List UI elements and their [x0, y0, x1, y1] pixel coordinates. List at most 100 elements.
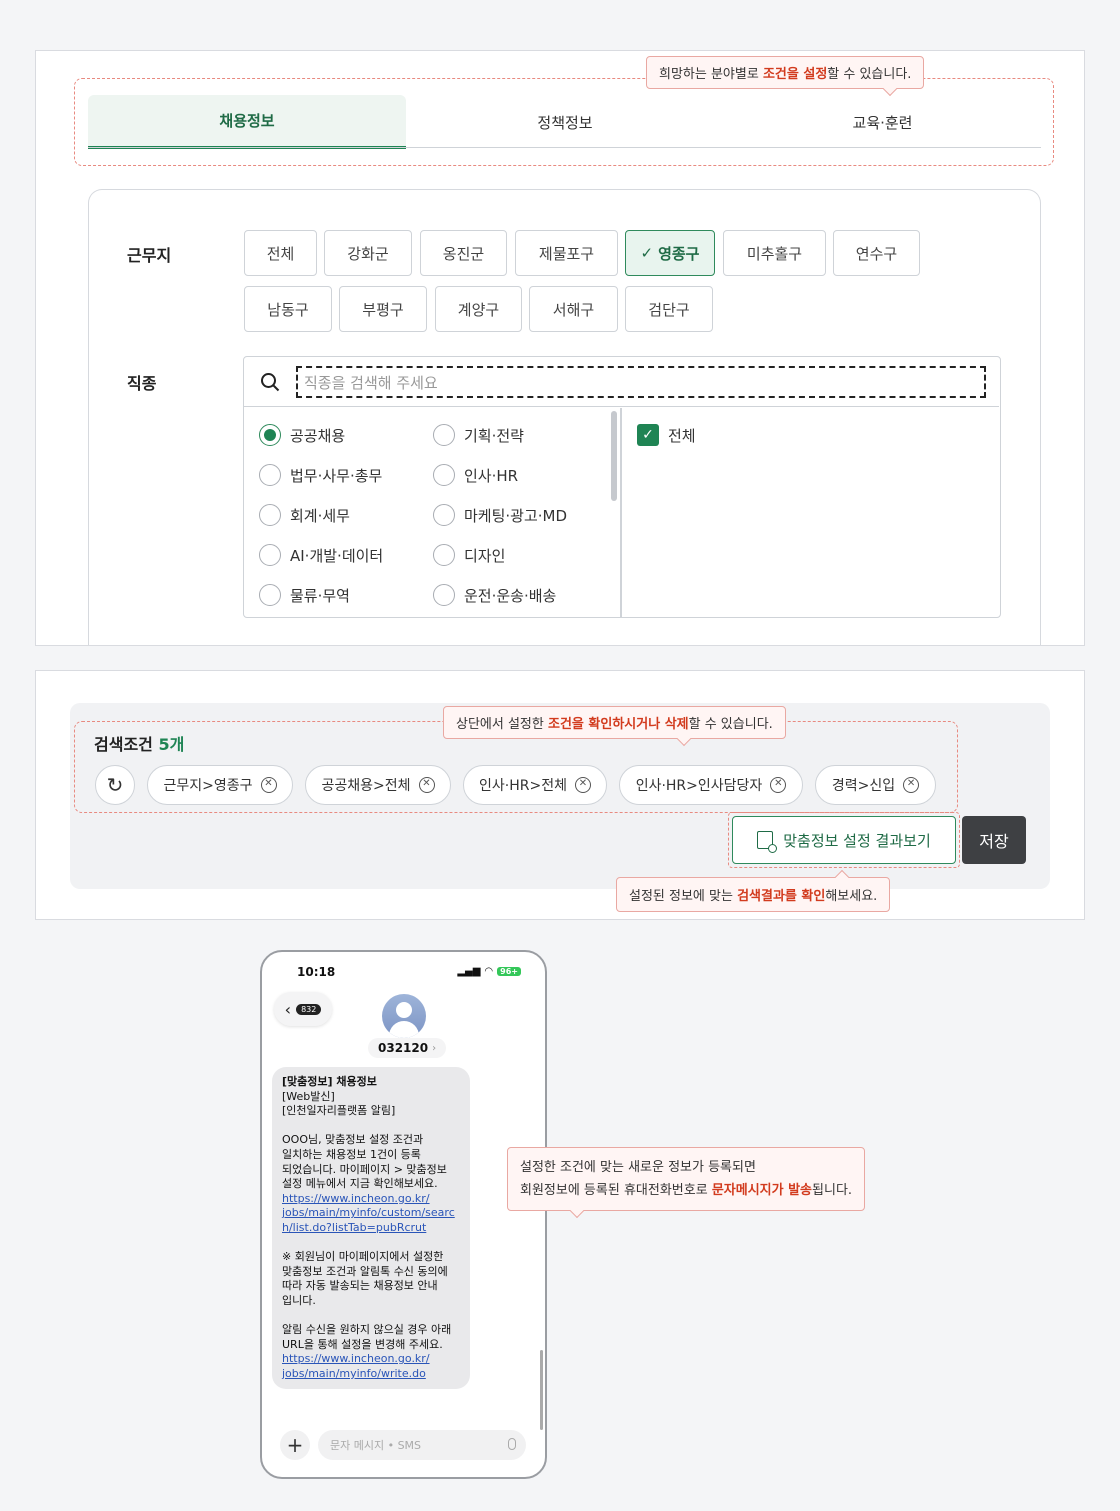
- workplace-chip-seohae[interactable]: 서해구: [529, 286, 618, 332]
- job-search-input[interactable]: 직종을 검색해 주세요: [296, 366, 986, 398]
- radio-icon: [259, 464, 281, 486]
- tab-education[interactable]: 교육·훈련: [724, 95, 1041, 149]
- tag-label: 경력>신입: [831, 778, 896, 794]
- job-category-driving[interactable]: 운전·운송·배송: [433, 584, 556, 606]
- condition-tag: 인사·HR>인사담당자 ✕: [619, 765, 803, 805]
- condition-tag: 공공채용>전체 ✕: [305, 765, 451, 805]
- tab-policy[interactable]: 정책정보: [406, 95, 724, 149]
- category-label: 인사·HR: [464, 466, 519, 485]
- callout-text: 설정된 정보에 맞는: [629, 889, 738, 904]
- category-label: 회계·세무: [290, 506, 350, 525]
- chevron-left-icon: ‹: [284, 999, 292, 1019]
- radio-icon: [259, 544, 281, 566]
- workplace-chip-yeongjong[interactable]: ✓ 영종구: [625, 230, 715, 276]
- phone-scrollbar: [540, 1350, 543, 1430]
- job-category-planning[interactable]: 기획·전략: [433, 424, 524, 446]
- sub-option-all[interactable]: ✓ 전체: [637, 424, 696, 446]
- sender-number[interactable]: 032120 ›: [368, 1038, 447, 1058]
- job-selector: 직종을 검색해 주세요 공공채용 기획·전략 법무·사무·총무 인사·HR 회계…: [243, 356, 1001, 618]
- status-icons: ▂▄▆ ◠ 96+: [457, 966, 521, 977]
- callout-text: 상단에서 설정한: [456, 717, 548, 732]
- workplace-chip-namdong[interactable]: 남동구: [244, 286, 332, 332]
- message-input-placeholder: 문자 메시지 • SMS: [330, 1439, 422, 1452]
- workplace-chip-bupyeong[interactable]: 부평구: [339, 286, 427, 332]
- condition-tag: 근무지>영종구 ✕: [147, 765, 293, 805]
- tab-jobs[interactable]: 채용정보: [88, 95, 406, 149]
- condition-tag: 인사·HR>전체 ✕: [463, 765, 607, 805]
- job-label: 직종: [127, 374, 157, 393]
- view-results-button[interactable]: 맞춤정보 설정 결과보기: [732, 816, 956, 864]
- radio-icon: [433, 544, 455, 566]
- result-callout: 설정된 정보에 맞는 검색결과를 확인해보세요.: [616, 869, 891, 912]
- wifi-icon: ◠: [484, 966, 494, 977]
- back-button[interactable]: ‹ 832: [274, 992, 332, 1026]
- message-optout: 알림 수신을 원하지 않으실 경우 아래 URL을 통해 설정을 변경해 주세요…: [282, 1323, 452, 1351]
- job-category-legal[interactable]: 법무·사무·총무: [259, 464, 382, 486]
- callout-emphasis: 조건을 설정: [762, 67, 828, 82]
- message-body: OOO님, 맞춤정보 설정 조건과 일치하는 채용정보 1건이 등록 되었습니다…: [282, 1133, 447, 1191]
- remove-icon[interactable]: ✕: [418, 777, 435, 793]
- workplace-chip-gyeyang[interactable]: 계양구: [435, 286, 522, 332]
- message-notice: ※ 회원님이 마이페이지에서 설정한 맞춤정보 조건과 알림톡 수신 동의에 따…: [282, 1250, 448, 1307]
- job-category-hr[interactable]: 인사·HR: [433, 464, 518, 486]
- remove-icon[interactable]: ✕: [770, 777, 787, 793]
- radio-icon: [259, 504, 281, 526]
- sub-option-label: 전체: [668, 426, 696, 445]
- category-label: AI·개발·데이터: [290, 546, 384, 565]
- conditions-count: 5개: [158, 735, 185, 754]
- workplace-chip-michuhol[interactable]: 미추홀구: [723, 230, 826, 276]
- callout-emphasis: 조건을 확인하시거나 삭제: [548, 717, 689, 732]
- message-header: [Web발신] [인천일자리플랫폼 알림]: [282, 1089, 396, 1118]
- category-label: 마케팅·광고·MD: [464, 506, 568, 525]
- search-conditions-panel: 검색조건 5개 ↻ 근무지>영종구 ✕ 공공채용>전체 ✕ 인사·HR>전체 ✕ 인사…: [35, 670, 1085, 920]
- microphone-icon[interactable]: [508, 1438, 516, 1450]
- callout-text: 할 수 있습니다.: [688, 717, 773, 732]
- category-label: 법무·사무·총무: [290, 466, 383, 485]
- sms-callout: 설정한 조건에 맞는 새로운 정보가 등록되면 회원정보에 등록된 휴대전화번호…: [507, 1147, 866, 1219]
- job-category-accounting[interactable]: 회계·세무: [259, 504, 350, 526]
- condition-tag: 경력>신입 ✕: [815, 765, 936, 805]
- remove-icon[interactable]: ✕: [260, 777, 277, 793]
- save-button[interactable]: 저장: [962, 816, 1026, 864]
- remove-icon[interactable]: ✕: [903, 777, 920, 793]
- avatar: [382, 994, 426, 1038]
- job-category-marketing[interactable]: 마케팅·광고·MD: [433, 504, 567, 526]
- tag-label: 인사·HR>전체: [479, 778, 567, 794]
- workplace-chip-jemulpo[interactable]: 제물포구: [515, 230, 618, 276]
- job-category-public[interactable]: 공공채용: [259, 424, 345, 446]
- search-icon: [261, 373, 280, 392]
- settings-panel: 채용정보 정책정보 교육·훈련 근무지 전체 강화군 옹진군 제물포구 ✓ 영종…: [35, 50, 1085, 646]
- checkbox-checked-icon: ✓: [637, 424, 659, 446]
- view-results-label: 맞춤정보 설정 결과보기: [783, 831, 931, 850]
- chevron-right-icon: ›: [432, 1042, 437, 1054]
- category-scrollbar[interactable]: [611, 411, 617, 501]
- workplace-chip-ongjin[interactable]: 옹진군: [420, 230, 507, 276]
- category-label: 기획·전략: [464, 426, 524, 445]
- category-label: 공공채용: [290, 426, 346, 445]
- job-category-logistics[interactable]: 물류·무역: [259, 584, 350, 606]
- callout-text: 설정한 조건에 맞는 새로운 정보가 등록되면: [520, 1160, 756, 1175]
- category-label: 운전·운송·배송: [464, 586, 557, 605]
- plus-icon[interactable]: +: [280, 1430, 310, 1460]
- refresh-button[interactable]: ↻: [95, 765, 135, 805]
- callout-tail: [569, 1203, 585, 1219]
- message-link[interactable]: https://www.incheon.go.kr/ jobs/main/myi…: [282, 1192, 460, 1236]
- chip-label: 영종구: [658, 244, 700, 263]
- callout-text: 됩니다.: [812, 1183, 853, 1198]
- job-search-bar: 직종을 검색해 주세요: [244, 357, 999, 407]
- message-link[interactable]: https://www.incheon.go.kr/ jobs/main/myi…: [282, 1352, 460, 1381]
- workplace-chip-all[interactable]: 전체: [244, 230, 317, 276]
- category-label: 디자인: [464, 546, 506, 565]
- callout-text: 회원정보에 등록된 휴대전화번호로: [520, 1183, 712, 1198]
- check-icon: ✓: [640, 244, 654, 262]
- remove-icon[interactable]: ✕: [574, 777, 591, 793]
- callout-text: 희망하는 분야별로: [659, 67, 763, 82]
- message-input[interactable]: 문자 메시지 • SMS: [318, 1430, 526, 1460]
- radio-icon: [433, 584, 455, 606]
- workplace-label: 근무지: [127, 246, 172, 265]
- job-category-design[interactable]: 디자인: [433, 544, 505, 566]
- workplace-chip-geomdan[interactable]: 검단구: [625, 286, 713, 332]
- workplace-chip-ganghwa[interactable]: 강화군: [324, 230, 412, 276]
- workplace-chip-yeonsu[interactable]: 연수구: [833, 230, 920, 276]
- job-category-ai-dev[interactable]: AI·개발·데이터: [259, 544, 383, 566]
